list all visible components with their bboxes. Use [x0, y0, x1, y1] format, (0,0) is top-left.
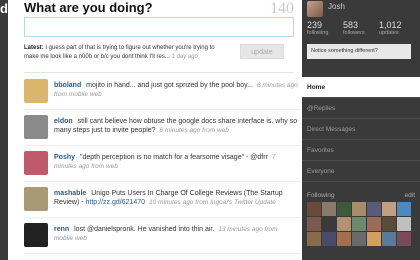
- tweet-username[interactable]: Poshy: [54, 154, 75, 161]
- stat-updates[interactable]: 1,012 updates: [379, 20, 415, 36]
- following-avatar[interactable]: [352, 202, 366, 216]
- sidebar-item-replies[interactable]: @Replies: [302, 98, 420, 119]
- tweet-row: eldon still cant believe how obtuse the …: [24, 110, 300, 146]
- following-header: Following edit: [307, 192, 415, 199]
- tweet-username[interactable]: mashable: [54, 190, 86, 197]
- profile-stats: 239 following 583 followers 1,012 update…: [307, 20, 415, 36]
- profile-name[interactable]: Josh: [328, 2, 345, 11]
- tweet-username[interactable]: renn: [54, 226, 69, 233]
- following-avatar[interactable]: [307, 232, 321, 246]
- tweet-row: renn lost @danielspronk. He vanished int…: [24, 218, 300, 254]
- latest-status: Latest: I guess part of that is trying t…: [24, 44, 230, 62]
- sidebar: Josh 239 following 583 followers 1,012 u…: [302, 0, 420, 260]
- avatar[interactable]: [24, 79, 48, 103]
- profile-avatar[interactable]: [307, 1, 323, 17]
- stat-label: following: [307, 30, 329, 36]
- following-avatar[interactable]: [322, 232, 336, 246]
- following-avatar[interactable]: [382, 232, 396, 246]
- avatar[interactable]: [24, 223, 48, 247]
- tweet-text: lost @danielspronk. He vanished into thi…: [74, 226, 215, 233]
- stat-number: 1,012: [379, 20, 402, 30]
- following-avatar[interactable]: [367, 217, 381, 231]
- following-avatar[interactable]: [352, 217, 366, 231]
- following-avatar[interactable]: [322, 202, 336, 216]
- stat-number: 239: [307, 20, 323, 30]
- tweet-link[interactable]: http://zz.gd/621470: [86, 199, 146, 206]
- following-avatar[interactable]: [397, 217, 411, 231]
- following-label: Following: [307, 192, 335, 199]
- sidebar-item-direct-messages[interactable]: Direct Messages: [302, 119, 420, 140]
- following-avatar[interactable]: [307, 217, 321, 231]
- following-avatar[interactable]: [367, 202, 381, 216]
- tweet-text: mojito in hand... and just got sprized b…: [86, 82, 253, 89]
- latest-meta[interactable]: 1 day ago: [172, 54, 198, 60]
- tweet-username[interactable]: eldon: [54, 118, 73, 125]
- tweet-content: mashable Unigo Puts Users In Charge Of C…: [54, 189, 298, 207]
- following-avatar[interactable]: [382, 217, 396, 231]
- following-avatar[interactable]: [337, 232, 351, 246]
- tweet-row: bboland mojito in hand... and just got s…: [24, 74, 300, 110]
- tweet-meta[interactable]: 6 minutes ago from web: [160, 127, 229, 134]
- tweet-meta[interactable]: 10 minutes ago from Ingoal's Twitter Upd…: [149, 199, 276, 206]
- logo-fragment: d: [0, 1, 8, 16]
- char-counter: 140: [270, 0, 294, 17]
- tweet-content: bboland mojito in hand... and just got s…: [54, 81, 298, 99]
- avatar[interactable]: [24, 115, 48, 139]
- tweet-content: eldon still cant believe how obtuse the …: [54, 117, 298, 135]
- avatar[interactable]: [24, 187, 48, 211]
- sidebar-item-home[interactable]: Home: [302, 77, 420, 98]
- main-column: What are you doing? 140 Latest: I guess …: [8, 0, 302, 260]
- stat-number: 583: [343, 20, 359, 30]
- status-input[interactable]: [24, 17, 294, 37]
- tweet-content: renn lost @danielspronk. He vanished int…: [54, 225, 298, 243]
- tweet-content: Poshy "depth perception is no match for …: [54, 153, 298, 171]
- stat-label: updates: [379, 30, 399, 36]
- sidebar-item-favorites[interactable]: Favorites: [302, 140, 420, 161]
- tweet-username[interactable]: bboland: [54, 82, 81, 89]
- stat-label: followers: [343, 30, 365, 36]
- following-avatar[interactable]: [397, 202, 411, 216]
- following-avatar[interactable]: [382, 202, 396, 216]
- tweet-row: Poshy "depth perception is no match for …: [24, 146, 300, 182]
- latest-label: Latest:: [24, 45, 44, 51]
- divider: [24, 72, 294, 73]
- following-avatar[interactable]: [397, 232, 411, 246]
- stat-followers[interactable]: 583 followers: [343, 20, 379, 36]
- tweet-text: "depth perception is no match for a fear…: [79, 154, 268, 161]
- notice-box[interactable]: Notice something different?: [307, 44, 411, 59]
- status-question: What are you doing?: [24, 0, 153, 15]
- following-avatar[interactable]: [322, 217, 336, 231]
- following-grid: [307, 202, 411, 246]
- tweet-row: mashable Unigo Puts Users In Charge Of C…: [24, 182, 300, 218]
- following-avatar[interactable]: [307, 202, 321, 216]
- following-avatar[interactable]: [337, 202, 351, 216]
- sidebar-item-everyone[interactable]: Everyone: [302, 161, 420, 182]
- update-button[interactable]: update: [240, 44, 284, 59]
- following-avatar[interactable]: [337, 217, 351, 231]
- following-edit-link[interactable]: edit: [405, 192, 415, 199]
- following-avatar[interactable]: [367, 232, 381, 246]
- stat-following[interactable]: 239 following: [307, 20, 343, 36]
- avatar[interactable]: [24, 151, 48, 175]
- sidebar-nav: Home @Replies Direct Messages Favorites …: [302, 77, 420, 182]
- timeline: bboland mojito in hand... and just got s…: [24, 74, 300, 254]
- following-avatar[interactable]: [352, 232, 366, 246]
